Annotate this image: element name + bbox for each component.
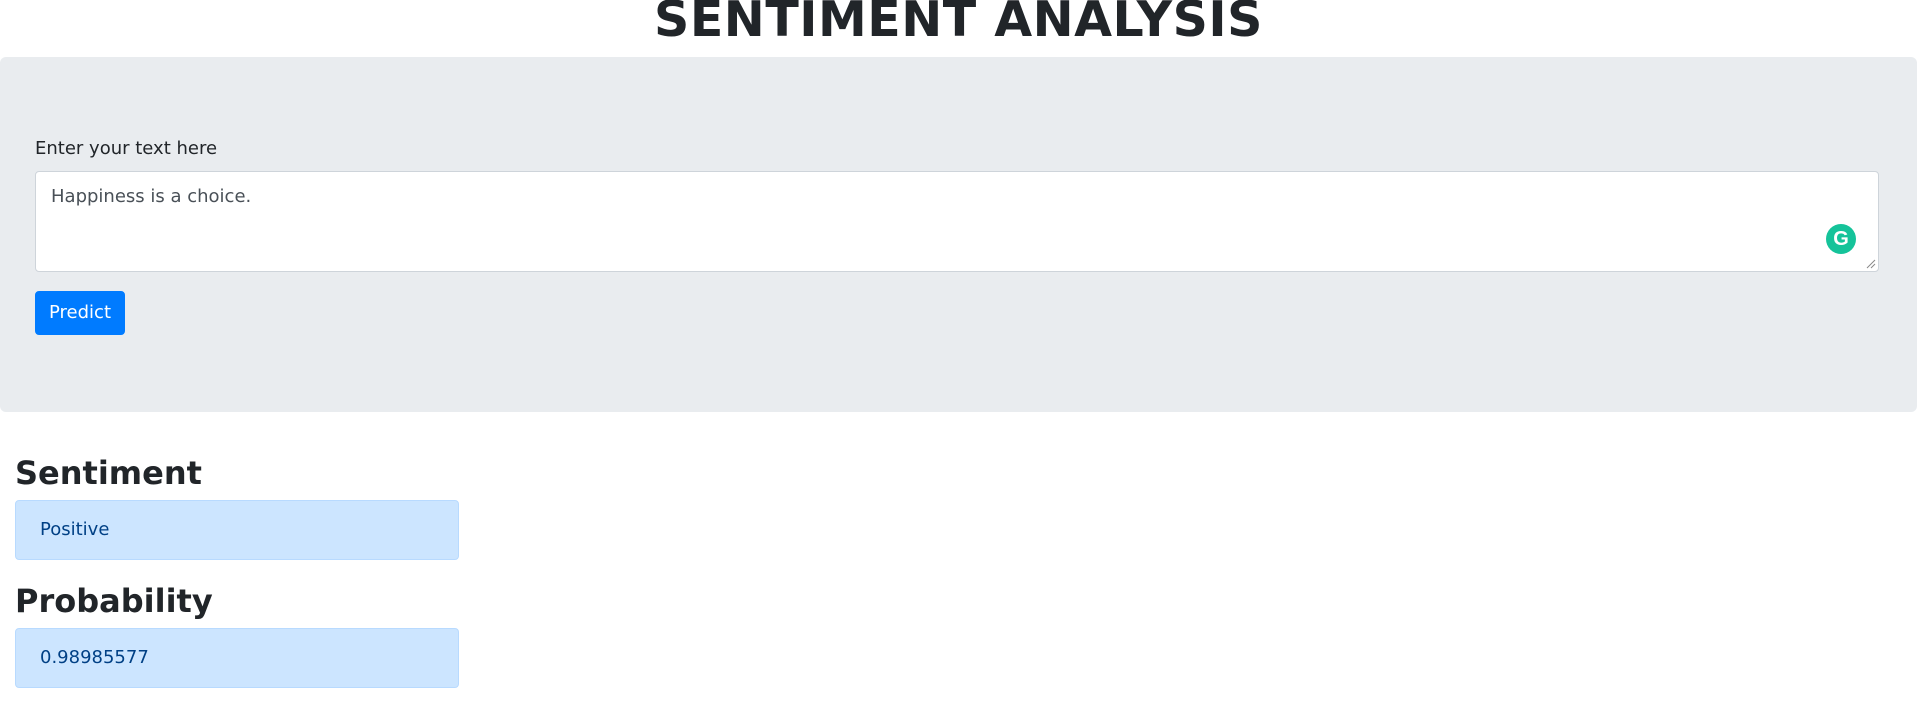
text-input-label: Enter your text here <box>35 138 218 159</box>
sentiment-heading: Sentiment <box>15 454 202 492</box>
probability-heading: Probability <box>15 582 213 620</box>
sentiment-result: Positive <box>15 500 459 560</box>
page-title: SENTIMENT ANALYSIS <box>654 0 1263 48</box>
probability-result: 0.98985577 <box>15 628 459 688</box>
predict-button[interactable]: Predict <box>35 291 125 335</box>
resize-handle-icon[interactable] <box>1864 257 1876 269</box>
text-input-container: Happiness is a choice. G <box>35 171 1879 272</box>
text-input[interactable]: Happiness is a choice. <box>36 172 1878 271</box>
grammarly-g-icon[interactable]: G <box>1826 224 1856 254</box>
